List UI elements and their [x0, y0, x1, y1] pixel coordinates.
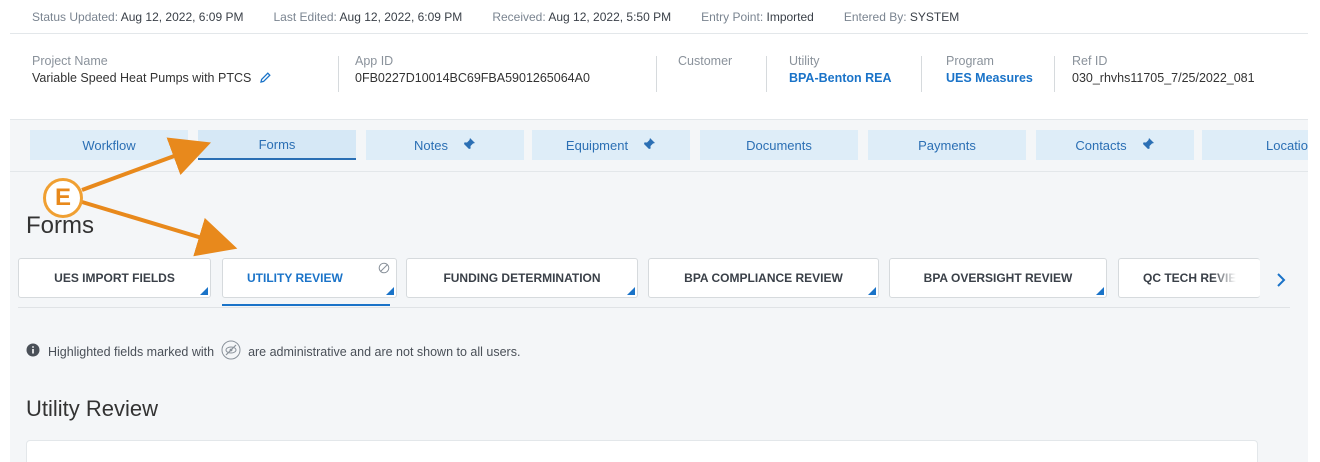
tab-documents[interactable]: Documents [700, 130, 858, 160]
divider [18, 307, 1290, 308]
form-tab-funding-determination[interactable]: FUNDING DETERMINATION [406, 258, 638, 298]
active-tab-underline [222, 304, 390, 306]
program-field: Program UES Measures [946, 54, 1033, 85]
app-frame: Status Updated: Aug 12, 2022, 6:09 PM La… [10, 0, 1308, 462]
tab-notes[interactable]: Notes [366, 130, 524, 160]
corner-indicator [627, 287, 635, 295]
pin-icon[interactable] [642, 137, 656, 154]
info-icon [26, 343, 40, 360]
annotation-badge: E [43, 178, 83, 218]
project-name-value: Variable Speed Heat Pumps with PTCS [32, 71, 252, 85]
pin-icon[interactable] [462, 137, 476, 154]
section-title: Utility Review [26, 396, 159, 421]
project-name-field: Project Name Variable Speed Heat Pumps w… [32, 54, 272, 87]
app-id-value: 0FB0227D10014BC69FBA5901265064A0 [355, 71, 590, 85]
no-admin-icon [378, 262, 390, 277]
pin-icon[interactable] [1141, 137, 1155, 154]
status-updated: Status Updated: Aug 12, 2022, 6:09 PM [32, 9, 244, 24]
corner-indicator [386, 287, 394, 295]
customer-field: Customer [678, 54, 733, 68]
divider [656, 56, 657, 92]
status-bar: Status Updated: Aug 12, 2022, 6:09 PM La… [10, 0, 1308, 34]
tab-equipment[interactable]: Equipment [532, 130, 690, 160]
last-edited: Last Edited: Aug 12, 2022, 6:09 PM [273, 9, 463, 24]
divider [766, 56, 767, 92]
utility-field: Utility BPA-Benton REA [789, 54, 892, 85]
utility-link[interactable]: BPA-Benton REA [789, 71, 892, 85]
corner-indicator [1096, 287, 1104, 295]
main-tabs: Workflow Forms Notes Equipment Documents… [10, 120, 1308, 172]
program-link[interactable]: UES Measures [946, 71, 1033, 85]
divider [1054, 56, 1055, 92]
corner-indicator [200, 287, 208, 295]
project-header: Project Name Variable Speed Heat Pumps w… [10, 34, 1308, 120]
form-tab-bpa-oversight-review[interactable]: BPA OVERSIGHT REVIEW [889, 258, 1107, 298]
form-tab-qc-tech-review[interactable]: QC TECH REVIE [1118, 258, 1260, 298]
tab-payments[interactable]: Payments [868, 130, 1026, 160]
divider [921, 56, 922, 92]
tab-workflow[interactable]: Workflow [30, 130, 188, 160]
chevron-right-icon[interactable] [1270, 268, 1292, 292]
ref-id-value: 030_rhvhs11705_7/25/2022_081 [1072, 71, 1255, 85]
eye-slash-icon [221, 340, 241, 363]
pencil-icon[interactable] [259, 71, 272, 87]
form-card [26, 440, 1258, 462]
admin-notice: Highlighted fields marked with are admin… [26, 340, 520, 363]
tab-forms[interactable]: Forms [198, 130, 356, 160]
corner-indicator [868, 287, 876, 295]
entered-by: Entered By: SYSTEM [843, 9, 960, 24]
form-tab-ues-import-fields[interactable]: UES IMPORT FIELDS [18, 258, 211, 298]
app-id-field: App ID 0FB0227D10014BC69FBA5901265064A0 [355, 54, 590, 85]
ref-id-field: Ref ID 030_rhvhs11705_7/25/2022_081 [1072, 54, 1255, 85]
form-tab-bpa-compliance-review[interactable]: BPA COMPLIANCE REVIEW [648, 258, 879, 298]
form-tab-utility-review[interactable]: UTILITY REVIEW [222, 258, 397, 298]
tab-location[interactable]: Location [1202, 130, 1308, 160]
received: Received: Aug 12, 2022, 5:50 PM [492, 9, 672, 24]
entry-point: Entry Point: Imported [701, 9, 814, 24]
divider [338, 56, 339, 92]
tab-contacts[interactable]: Contacts [1036, 130, 1194, 160]
